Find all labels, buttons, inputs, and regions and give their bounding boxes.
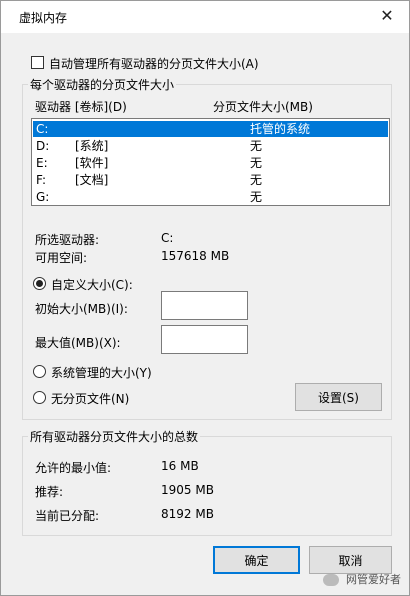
drive-size: 无 bbox=[250, 139, 263, 153]
current-allocated-value: 8192 MB bbox=[161, 507, 214, 521]
current-allocated-label: 当前已分配: bbox=[35, 509, 100, 523]
auto-manage-option[interactable]: 自动管理所有驱动器的分页文件大小(A) bbox=[31, 55, 391, 71]
drive-label: [系统] bbox=[75, 139, 109, 153]
virtual-memory-dialog: 虚拟内存 ✕ 自动管理所有驱动器的分页文件大小(A) 每个驱动器的分页文件大小 … bbox=[0, 0, 410, 596]
ok-button[interactable]: 确定 bbox=[213, 546, 300, 574]
window-title: 虚拟内存 bbox=[19, 11, 68, 25]
system-managed-radio[interactable] bbox=[33, 365, 46, 378]
no-paging-label: 无分页文件(N) bbox=[51, 392, 130, 406]
drive-label: [软件] bbox=[75, 156, 109, 170]
initial-size-input[interactable] bbox=[161, 291, 248, 320]
system-managed-label: 系统管理的大小(Y) bbox=[51, 366, 152, 380]
drive-row-c[interactable]: C: 托管的系统 bbox=[33, 121, 388, 137]
drive-letter: F: bbox=[36, 173, 47, 187]
initial-size-label: 初始大小(MB)(I): bbox=[35, 302, 128, 316]
drive-letter: C: bbox=[36, 122, 49, 136]
drives-group-title: 每个驱动器的分页文件大小 bbox=[28, 76, 177, 93]
drive-letter: D: bbox=[36, 139, 50, 153]
custom-size-radio[interactable] bbox=[33, 277, 46, 290]
custom-size-label: 自定义大小(C): bbox=[51, 278, 133, 292]
size-column-header: 分页文件大小(MB) bbox=[213, 100, 313, 114]
drive-label: [文档] bbox=[75, 173, 109, 187]
close-icon[interactable]: ✕ bbox=[373, 4, 401, 28]
wechat-icon bbox=[322, 574, 339, 586]
cancel-button[interactable]: 取消 bbox=[309, 546, 392, 574]
drive-column-header: 驱动器 [卷标](D) bbox=[35, 100, 127, 114]
no-paging-radio[interactable] bbox=[33, 391, 46, 404]
auto-manage-checkbox[interactable] bbox=[31, 56, 44, 69]
title-bar: 虚拟内存 ✕ bbox=[1, 1, 409, 33]
drive-letter: E: bbox=[36, 156, 48, 170]
drive-size: 无 bbox=[250, 173, 263, 187]
drive-size: 无 bbox=[250, 190, 263, 204]
drive-row-g[interactable]: G: 无 bbox=[33, 189, 388, 205]
recommended-label: 推荐: bbox=[35, 485, 64, 499]
drive-row-f[interactable]: F: [文档] 无 bbox=[33, 172, 388, 188]
drive-size: 托管的系统 bbox=[250, 122, 311, 136]
system-managed-option[interactable]: 系统管理的大小(Y) bbox=[33, 364, 233, 380]
drive-row-d[interactable]: D: [系统] 无 bbox=[33, 138, 388, 154]
free-space-value: 157618 MB bbox=[161, 249, 230, 263]
auto-manage-label: 自动管理所有驱动器的分页文件大小(A) bbox=[49, 57, 259, 71]
min-allowed-label: 允许的最小值: bbox=[35, 461, 112, 475]
free-space-label: 可用空间: bbox=[35, 251, 88, 265]
selected-drive-label: 所选驱动器: bbox=[35, 233, 100, 247]
set-button[interactable]: 设置(S) bbox=[295, 383, 382, 411]
custom-size-option[interactable]: 自定义大小(C): bbox=[33, 276, 233, 292]
drive-letter: G: bbox=[36, 190, 50, 204]
drive-list[interactable]: C: 托管的系统 D: [系统] 无 E: [软件] 无 F: [文档] 无 G… bbox=[31, 118, 390, 206]
max-size-input[interactable] bbox=[161, 325, 248, 354]
min-allowed-value: 16 MB bbox=[161, 459, 199, 473]
watermark-text: 网管爱好者 bbox=[346, 573, 401, 586]
recommended-value: 1905 MB bbox=[161, 483, 214, 497]
totals-group-title: 所有驱动器分页文件大小的总数 bbox=[28, 428, 201, 445]
drive-size: 无 bbox=[250, 156, 263, 170]
selected-drive-value: C: bbox=[161, 231, 174, 245]
max-size-label: 最大值(MB)(X): bbox=[35, 336, 121, 350]
drive-row-e[interactable]: E: [软件] 无 bbox=[33, 155, 388, 171]
watermark: 网管爱好者 bbox=[322, 571, 401, 587]
no-paging-option[interactable]: 无分页文件(N) bbox=[33, 390, 233, 406]
